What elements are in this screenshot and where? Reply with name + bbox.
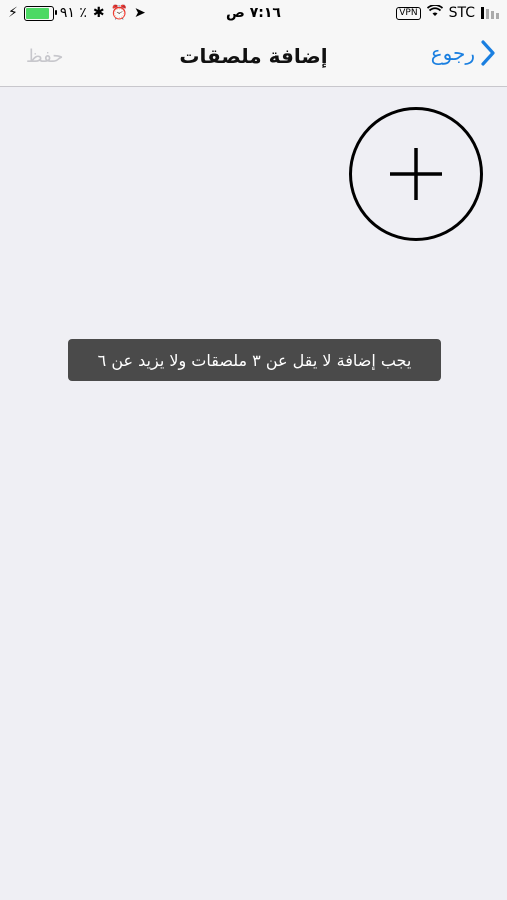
back-label: رجوع <box>430 41 475 65</box>
add-sticker-button[interactable] <box>349 107 483 241</box>
back-button[interactable]: رجوع <box>431 40 495 66</box>
status-right: VPN STC <box>396 4 499 21</box>
signal-icon <box>481 7 499 19</box>
status-bar: ⚡ ٩١ ٪ ✱ ⏰ ➤ ٧:١٦ ص VPN STC <box>0 0 507 30</box>
toast-text: يجب إضافة لا يقل عن ٣ ملصقات ولا يزيد عن… <box>97 350 412 370</box>
vpn-badge: VPN <box>396 6 421 20</box>
chevron-right-icon <box>481 40 495 66</box>
wifi-icon <box>426 4 443 21</box>
carrier-name: STC <box>448 5 475 21</box>
navigation-bar: حفظ إضافة ملصقات رجوع <box>0 30 507 87</box>
toast-message: يجب إضافة لا يقل عن ٣ ملصقات ولا يزيد عن… <box>68 339 441 381</box>
plus-icon <box>390 148 442 200</box>
